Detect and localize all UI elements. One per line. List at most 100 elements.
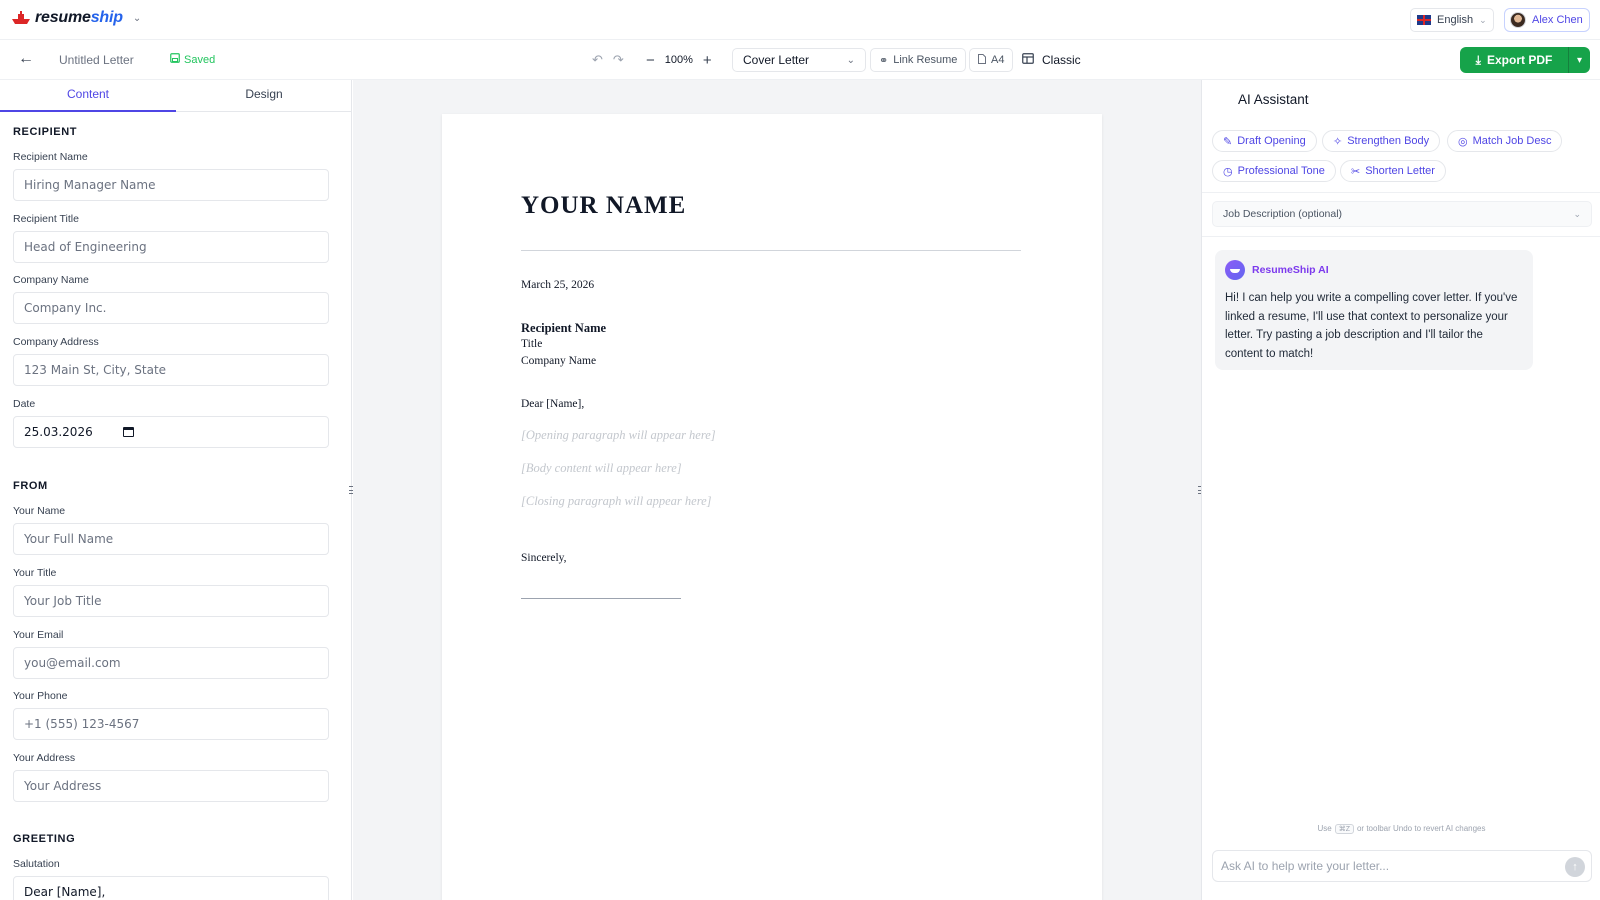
strengthen-body-chip[interactable]: ✧ Strengthen Body	[1322, 130, 1441, 152]
your-title-label: Your Title	[13, 567, 57, 579]
date-label: Date	[13, 398, 36, 410]
saved-status: Saved	[170, 53, 215, 66]
letter-signoff: Sincerely,	[521, 552, 567, 564]
your-address-label: Your Address	[13, 752, 76, 764]
chevron-down-icon[interactable]: ⌄	[133, 13, 141, 24]
ship-logo-icon	[10, 10, 32, 26]
section-title-from: FROM	[13, 480, 48, 492]
section-title-greeting: GREETING	[13, 833, 76, 845]
language-selector[interactable]: English ⌄	[1410, 8, 1494, 32]
letter-closing-placeholder: [Closing paragraph will appear here]	[521, 494, 712, 508]
download-icon: ⤓	[1475, 52, 1481, 67]
letter-recipient-name: Recipient Name	[521, 321, 607, 335]
letter-body-placeholder: [Body content will appear here]	[521, 461, 682, 475]
company-name-label: Company Name	[13, 274, 89, 286]
ai-assistant-panel: AI Assistant ✎ Draft Opening ✧ Strengthen …	[1201, 80, 1600, 900]
shorten-letter-chip[interactable]: ✂ Shorten Letter	[1340, 160, 1446, 182]
letter-opening-placeholder: [Opening paragraph will appear here]	[521, 428, 716, 442]
your-address-input[interactable]: Your Address	[13, 770, 329, 802]
recipient-name-label: Recipient Name	[13, 151, 88, 163]
chevron-down-icon: ⌄	[1479, 14, 1487, 25]
pen-icon: ✎	[1223, 135, 1233, 148]
your-phone-input[interactable]: +1 (555) 123-4567	[13, 708, 329, 740]
date-value: 25.03.2026	[24, 425, 93, 439]
clock-icon: ◷	[1223, 165, 1233, 178]
assistant-message-text: Hi! I can help you write a compelling co…	[1225, 292, 1518, 360]
divider	[1202, 192, 1600, 193]
assistant-header: ResumeShip AI	[1225, 260, 1523, 280]
company-name-input[interactable]: Company Inc.	[13, 292, 329, 324]
undo-hint: Use ⌘Z or toolbar Undo to revert AI change…	[1317, 824, 1486, 834]
your-name-input[interactable]: Your Full Name	[13, 523, 329, 555]
letter-page[interactable]: YOUR NAME March 25, 2026 Recipient Name …	[442, 114, 1102, 900]
content-form-panel: Content Design RECIPIENT Recipient Name …	[0, 80, 352, 900]
section-title-recipient: RECIPIENT	[13, 126, 78, 138]
ai-assistant-title: AI Assistant	[1238, 92, 1309, 107]
active-tab-indicator	[0, 110, 176, 112]
letter-preview-canvas: YOUR NAME March 25, 2026 Recipient Name …	[353, 80, 1201, 900]
chevron-down-icon: ⌄	[846, 54, 855, 66]
send-arrow-icon[interactable]: ↑	[1565, 857, 1585, 877]
panel-tabs: Content Design	[0, 80, 351, 112]
document-title[interactable]: Untitled Letter	[59, 53, 134, 67]
sparkle-icon: ✧	[1333, 135, 1343, 148]
scissors-icon: ✂	[1351, 165, 1361, 178]
your-name-label: Your Name	[13, 505, 66, 517]
company-address-input[interactable]: 123 Main St, City, State	[13, 354, 329, 386]
template-button[interactable]: Classic	[1022, 48, 1081, 72]
uk-flag-icon	[1417, 15, 1431, 25]
letter-recipient-title: Title	[521, 338, 543, 350]
your-email-label: Your Email	[13, 629, 64, 641]
undo-icon[interactable]: ↶	[592, 52, 603, 68]
language-label: English	[1437, 14, 1474, 26]
user-menu[interactable]: Alex Chen	[1504, 8, 1590, 32]
tab-design[interactable]: Design	[176, 87, 351, 101]
letter-date: March 25, 2026	[521, 279, 595, 291]
paper-size-button[interactable]: A4	[969, 48, 1014, 72]
chevron-down-icon: ⌄	[1573, 208, 1581, 219]
date-input[interactable]: 25.03.2026	[13, 416, 329, 448]
your-email-input[interactable]: you@email.com	[13, 647, 329, 679]
letter-sender-name: YOUR NAME	[521, 192, 687, 219]
letter-salutation: Dear [Name],	[521, 398, 585, 410]
target-icon: ◎	[1458, 135, 1468, 148]
export-pdf-main[interactable]: ⤓ Export PDF	[1460, 53, 1568, 68]
app-logo[interactable]: resumeship ⌄	[10, 9, 141, 27]
job-description-toggle[interactable]: Job Description (optional) ⌄	[1212, 201, 1592, 227]
link-resume-button[interactable]: ⚭ Link Resume	[870, 48, 967, 72]
signature-line	[521, 598, 681, 599]
divider	[1202, 236, 1600, 237]
editor-toolbar: ← Untitled Letter Saved ↶ ↷ − 100% + Cov…	[0, 40, 1600, 80]
recipient-title-input[interactable]: Head of Engineering	[13, 231, 329, 263]
undo-redo-group: ↶ ↷	[592, 48, 624, 72]
back-arrow-icon[interactable]: ←	[18, 50, 34, 68]
letter-company-name: Company Name	[521, 355, 597, 367]
page-icon	[978, 53, 986, 67]
calendar-icon[interactable]	[122, 427, 134, 437]
zoom-out-icon[interactable]: −	[646, 52, 655, 69]
your-title-input[interactable]: Your Job Title	[13, 585, 329, 617]
salutation-input[interactable]: Dear [Name],	[13, 876, 329, 900]
match-job-desc-chip[interactable]: ◎ Match Job Desc	[1447, 130, 1563, 152]
document-type-select[interactable]: Cover Letter ⌄	[732, 48, 866, 72]
draft-opening-chip[interactable]: ✎ Draft Opening	[1212, 130, 1317, 152]
header-divider	[521, 250, 1021, 251]
export-pdf-button[interactable]: ⤓ Export PDF ▾	[1460, 47, 1590, 73]
professional-tone-chip[interactable]: ◷ Professional Tone	[1212, 160, 1336, 182]
tab-content[interactable]: Content	[0, 87, 176, 101]
ai-bot-icon	[1225, 260, 1245, 280]
top-bar: resumeship ⌄ English ⌄ Alex Chen	[0, 0, 1600, 40]
your-phone-label: Your Phone	[13, 690, 68, 702]
save-disk-icon	[170, 53, 180, 66]
export-options-chevron-icon[interactable]: ▾	[1568, 47, 1590, 73]
keyboard-shortcut: ⌘Z	[1334, 824, 1354, 834]
assistant-name: ResumeShip AI	[1252, 264, 1329, 276]
redo-icon[interactable]: ↷	[613, 52, 624, 68]
ask-ai-input[interactable]: Ask AI to help write your letter... ↑	[1212, 850, 1592, 882]
layout-icon	[1022, 53, 1034, 67]
zoom-level: 100%	[664, 54, 693, 66]
logo-text: resumeship	[35, 9, 123, 26]
recipient-name-input[interactable]: Hiring Manager Name	[13, 169, 329, 201]
assistant-message: ResumeShip AI Hi! I can help you write a…	[1215, 250, 1533, 370]
zoom-in-icon[interactable]: +	[703, 52, 712, 69]
